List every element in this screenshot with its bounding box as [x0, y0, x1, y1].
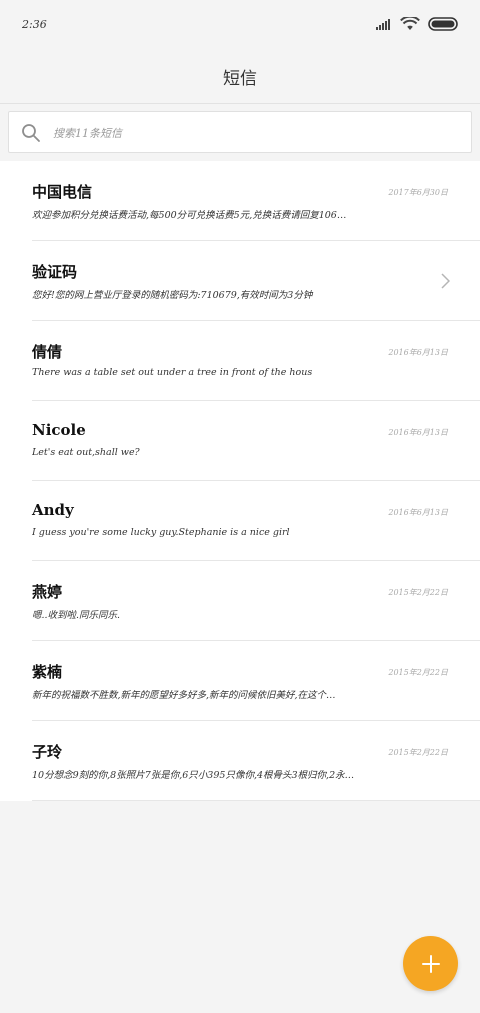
- message-preview: 欢迎参加积分兑换话费活动,每500分可兑换话费5元,兑换话费请回复106…: [32, 210, 347, 221]
- message-date: 2015年2月22日: [388, 748, 448, 757]
- status-icons: [376, 17, 458, 31]
- message-preview: I guess you're some lucky guy.Stephanie …: [32, 527, 290, 538]
- message-date: 2016年6月13日: [388, 348, 448, 357]
- list-item[interactable]: 燕婷 2015年2月22日 嗯..收到啦.同乐同乐.: [0, 561, 480, 641]
- message-preview: 10分想念9刻的你,8张照片7张是你,6只小395只像你,4根骨头3根归你,2永…: [32, 770, 355, 781]
- search-icon: [22, 124, 40, 142]
- message-preview: 嗯..收到啦.同乐同乐.: [32, 610, 121, 621]
- list-item[interactable]: 子玲 2015年2月22日 10分想念9刻的你,8张照片7张是你,6只小395只…: [0, 721, 480, 801]
- contact-name: Andy: [32, 501, 74, 519]
- wifi-icon: [400, 17, 420, 30]
- list-item[interactable]: 倩倩 2016年6月13日 There was a table set out …: [0, 321, 480, 401]
- contact-name: 中国电信: [32, 183, 93, 201]
- message-date: 2015年2月22日: [388, 668, 448, 677]
- list-item[interactable]: Nicole 2016年6月13日 Let's eat out,shall we…: [0, 401, 480, 481]
- contact-name: 倩倩: [32, 343, 63, 361]
- list-item[interactable]: 中国电信 2017年6月30日 欢迎参加积分兑换话费活动,每500分可兑换话费5…: [0, 161, 480, 241]
- chevron-right-icon: [441, 273, 450, 289]
- message-date: 2016年6月13日: [388, 508, 448, 517]
- message-date: 2015年2月22日: [388, 588, 448, 597]
- new-message-button[interactable]: [403, 936, 458, 991]
- message-list: 中国电信 2017年6月30日 欢迎参加积分兑换话费活动,每500分可兑换话费5…: [0, 161, 480, 801]
- message-preview: There was a table set out under a tree i…: [32, 367, 313, 378]
- contact-name: 验证码: [32, 263, 78, 281]
- message-preview: 您好!您的网上营业厅登录的随机密码为:710679,有效时间为3分钟: [32, 290, 313, 301]
- search-bar[interactable]: [8, 111, 472, 153]
- contact-name: Nicole: [32, 421, 86, 439]
- page-title: 短信: [223, 68, 257, 89]
- message-date: 2016年6月13日: [388, 428, 448, 437]
- message-date: 2017年6月30日: [388, 188, 448, 197]
- message-preview: Let's eat out,shall we?: [32, 447, 140, 458]
- message-preview: 新年的祝福数不胜数,新年的愿望好多好多,新年的问候依旧美好,在这个…: [32, 690, 336, 701]
- search-input[interactable]: [51, 120, 455, 146]
- signal-icon: [376, 19, 390, 30]
- title-bar: 短信: [0, 50, 480, 102]
- contact-name: 子玲: [32, 743, 63, 761]
- divider: [0, 103, 480, 104]
- list-item[interactable]: 紫楠 2015年2月22日 新年的祝福数不胜数,新年的愿望好多好多,新年的问候依…: [0, 641, 480, 721]
- list-item[interactable]: Andy 2016年6月13日 I guess you're some luck…: [0, 481, 480, 561]
- battery-icon: [428, 17, 458, 31]
- contact-name: 紫楠: [32, 663, 63, 681]
- plus-icon: [421, 954, 440, 973]
- contact-name: 燕婷: [32, 583, 63, 601]
- list-item[interactable]: 验证码 您好!您的网上营业厅登录的随机密码为:710679,有效时间为3分钟: [0, 241, 480, 321]
- status-time: 2:36: [22, 18, 47, 31]
- status-bar: 2:36: [0, 0, 480, 50]
